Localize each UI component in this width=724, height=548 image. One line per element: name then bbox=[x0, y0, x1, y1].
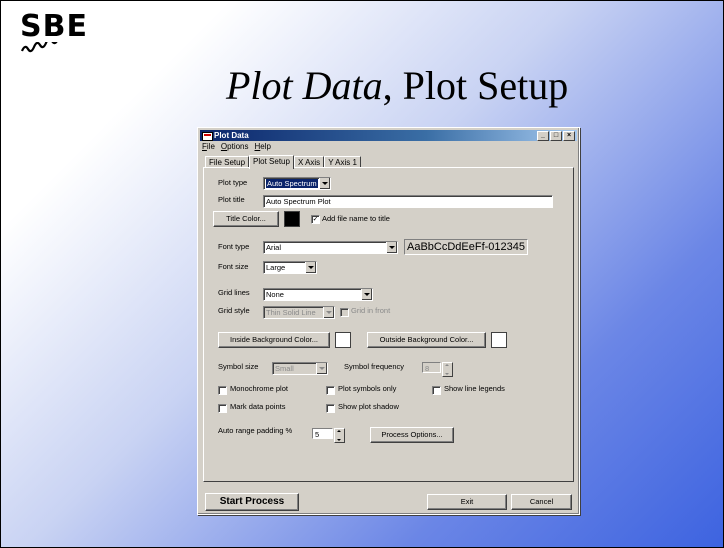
grid-style-label: Grid style bbox=[218, 306, 250, 315]
symbol-size-select[interactable]: Small bbox=[272, 362, 328, 375]
mark-data-points-checkbox[interactable] bbox=[218, 404, 227, 413]
symbol-frequency-label: Symbol frequency bbox=[344, 362, 405, 371]
window-title: Plot Data bbox=[214, 131, 249, 140]
close-button[interactable]: × bbox=[563, 131, 575, 141]
inside-background-swatch bbox=[335, 332, 351, 348]
font-type-value: Arial bbox=[266, 243, 282, 252]
font-size-value: Large bbox=[266, 263, 286, 272]
outside-background-swatch bbox=[491, 332, 507, 348]
symbol-size-label: Symbol size bbox=[218, 362, 259, 371]
plot-data-window: Plot Data _ □ × File Options Help File S… bbox=[197, 127, 580, 515]
plot-title-label: Plot title bbox=[218, 195, 245, 204]
cancel-button[interactable]: Cancel bbox=[511, 494, 572, 510]
show-plot-shadow-label: Show plot shadow bbox=[338, 402, 399, 411]
app-icon bbox=[202, 132, 213, 141]
show-plot-shadow-checkbox[interactable] bbox=[326, 404, 335, 413]
title-color-button[interactable]: Title Color... bbox=[213, 211, 279, 227]
symbol-size-value: Small bbox=[275, 364, 294, 373]
grid-style-value: Thin Solid Line bbox=[266, 308, 316, 317]
font-type-label: Font type bbox=[218, 242, 250, 251]
plot-title-value: Auto Spectrum Plot bbox=[266, 197, 331, 206]
show-line-legends-label: Show line legends bbox=[444, 384, 505, 393]
wave-icon bbox=[20, 42, 58, 53]
symbol-frequency-value[interactable]: 8 bbox=[422, 362, 441, 373]
monochrome-checkbox[interactable] bbox=[218, 386, 227, 395]
chevron-down-icon[interactable] bbox=[305, 262, 316, 273]
grid-lines-label: Grid lines bbox=[218, 288, 250, 297]
grid-style-select[interactable]: Thin Solid Line bbox=[263, 306, 335, 319]
auto-range-padding-value[interactable]: 5 bbox=[312, 428, 333, 439]
sbe-logo: SBE bbox=[20, 12, 130, 62]
title-color-swatch bbox=[284, 211, 300, 227]
menu-bar: File Options Help bbox=[202, 142, 271, 152]
auto-range-padding-label: Auto range padding % bbox=[218, 426, 293, 435]
outside-background-color-button[interactable]: Outside Background Color... bbox=[367, 332, 486, 348]
monochrome-label: Monochrome plot bbox=[230, 384, 288, 393]
menu-help[interactable]: Help bbox=[255, 142, 271, 152]
slide-title-italic: Plot Data bbox=[226, 63, 383, 108]
spinner-arrows-icon[interactable] bbox=[442, 362, 453, 377]
tab-plot-setup[interactable]: Plot Setup bbox=[249, 155, 294, 169]
add-file-name-label: Add file name to title bbox=[322, 214, 390, 223]
logo-text: SBE bbox=[20, 9, 88, 44]
plot-type-label: Plot type bbox=[218, 178, 248, 187]
font-size-select[interactable]: Large bbox=[263, 261, 317, 274]
menu-file[interactable]: File bbox=[202, 142, 215, 152]
chevron-down-icon[interactable] bbox=[319, 178, 330, 189]
symbol-frequency-spinner[interactable]: 8 bbox=[422, 362, 453, 377]
tab-strip: File Setup Plot Setup X Axis Y Axis 1 bbox=[205, 155, 361, 169]
chevron-down-icon[interactable] bbox=[323, 307, 334, 318]
plot-symbols-only-checkbox[interactable] bbox=[326, 386, 335, 395]
grid-in-front-label: Grid in front bbox=[351, 306, 391, 315]
plot-symbols-only-label: Plot symbols only bbox=[338, 384, 397, 393]
spinner-arrows-icon[interactable] bbox=[334, 428, 345, 443]
show-line-legends-checkbox[interactable] bbox=[432, 386, 441, 395]
maximize-button[interactable]: □ bbox=[550, 131, 562, 141]
inside-background-color-button[interactable]: Inside Background Color... bbox=[218, 332, 330, 348]
window-titlebar[interactable]: Plot Data _ □ × bbox=[200, 130, 577, 141]
minimize-button[interactable]: _ bbox=[537, 131, 549, 141]
grid-in-front-checkbox[interactable] bbox=[340, 308, 349, 317]
add-file-name-checkbox[interactable]: ✓ bbox=[311, 215, 320, 224]
font-type-select[interactable]: Arial bbox=[263, 241, 398, 254]
plot-title-input[interactable]: Auto Spectrum Plot bbox=[263, 195, 553, 208]
chevron-down-icon[interactable] bbox=[316, 363, 327, 374]
grid-lines-value: None bbox=[266, 290, 284, 299]
start-process-button[interactable]: Start Process bbox=[205, 493, 299, 511]
plot-setup-panel: Plot type Auto Spectrum Plot title Auto … bbox=[203, 167, 574, 482]
menu-options[interactable]: Options bbox=[221, 142, 249, 152]
grid-lines-select[interactable]: None bbox=[263, 288, 373, 301]
slide-title: Plot Data, Plot Setup bbox=[226, 62, 568, 109]
exit-button[interactable]: Exit bbox=[427, 494, 507, 510]
process-options-button[interactable]: Process Options... bbox=[370, 427, 454, 443]
font-preview: AaBbCcDdEeFf-012345 bbox=[404, 239, 529, 255]
chevron-down-icon[interactable] bbox=[361, 289, 372, 300]
font-size-label: Font size bbox=[218, 262, 249, 271]
plot-type-value: Auto Spectrum bbox=[266, 179, 318, 188]
slide-title-rest: , Plot Setup bbox=[382, 63, 569, 108]
auto-range-padding-spinner[interactable]: 5 bbox=[312, 428, 345, 443]
chevron-down-icon[interactable] bbox=[386, 242, 397, 253]
plot-type-select[interactable]: Auto Spectrum bbox=[263, 177, 331, 190]
mark-data-points-label: Mark data points bbox=[230, 402, 286, 411]
